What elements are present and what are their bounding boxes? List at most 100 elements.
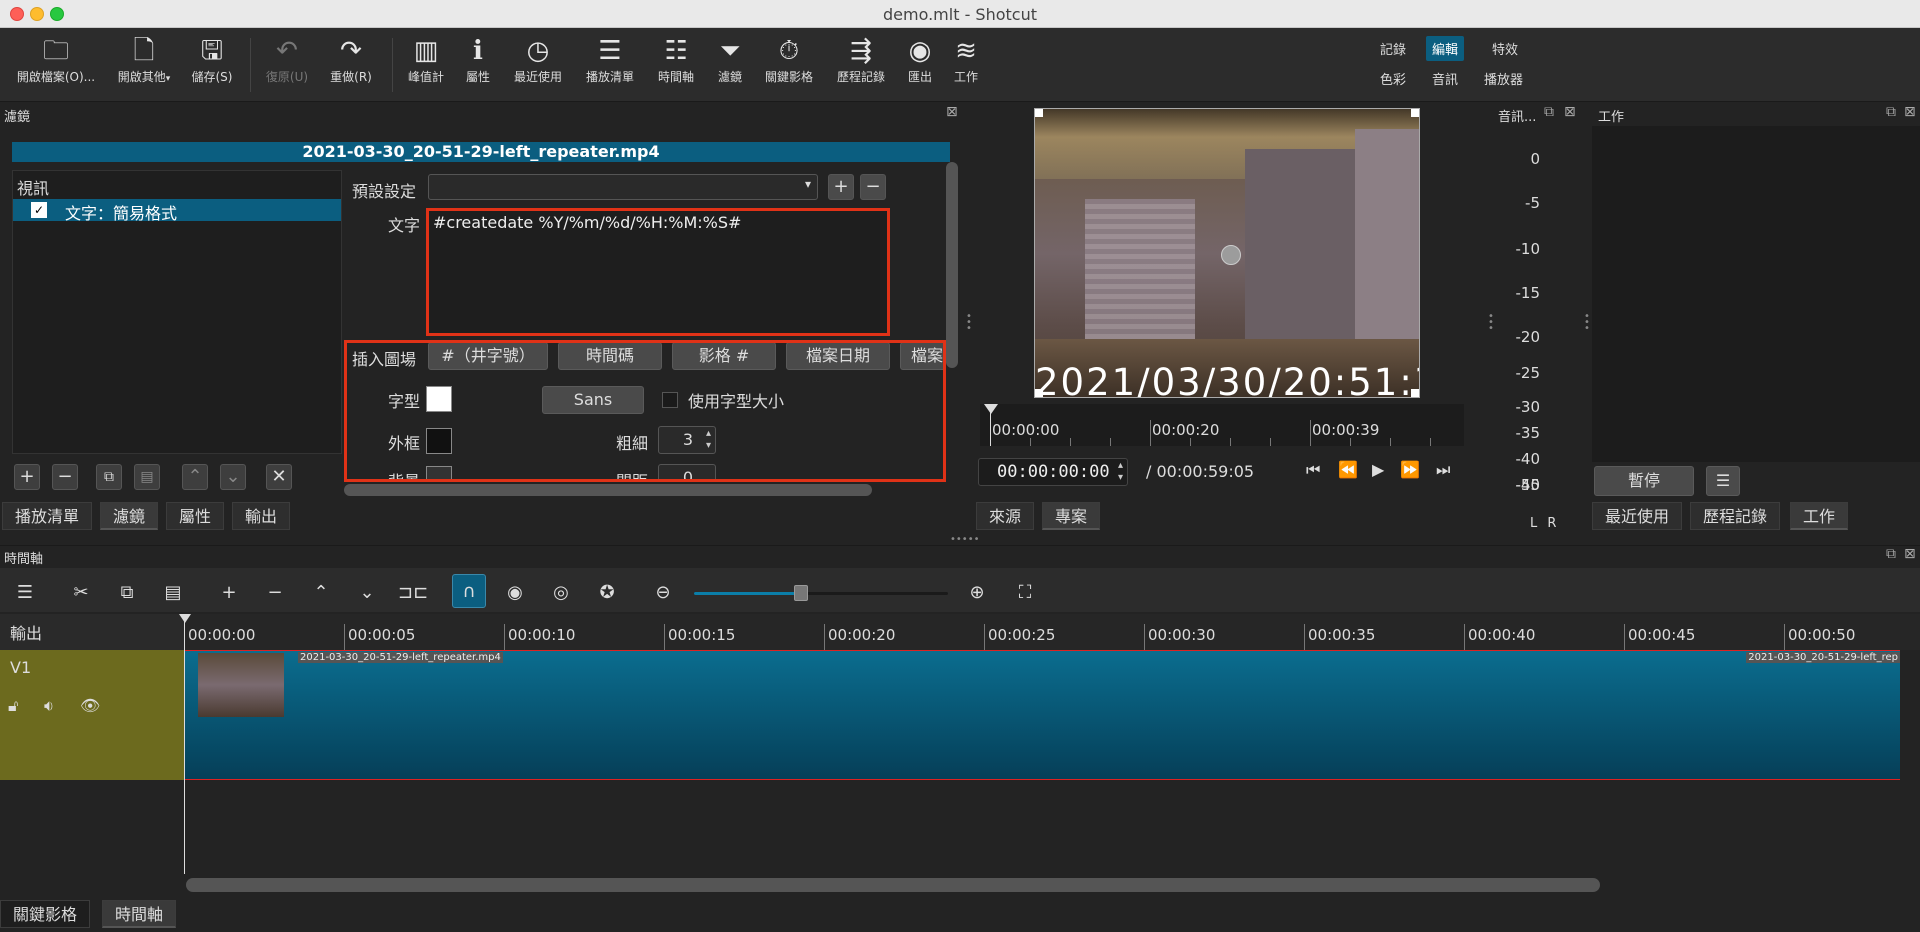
visibility-eye-icon[interactable]: 👁︎ (80, 696, 100, 715)
lock-icon[interactable]: 🔓︎ (8, 696, 18, 716)
layout-logging[interactable]: 記錄 (1374, 36, 1412, 61)
pause-jobs-button[interactable]: 暫停 (1594, 466, 1694, 496)
jobs-button[interactable]: ≋ 工作 (946, 34, 986, 96)
video-preview[interactable]: 2021/03/30/20:51:30 (1034, 108, 1420, 398)
open-file-button[interactable]: 🗀 開啟檔案(O)... (8, 34, 104, 96)
v1-track-header[interactable]: V1 🔓︎ 🔉︎ 👁︎ (0, 650, 184, 780)
splitter-handle-jobs[interactable]: • • • (1584, 312, 1590, 334)
redo-button[interactable]: ↷ 重做(R) (322, 34, 380, 96)
tab-timeline[interactable]: 時間軸 (102, 900, 177, 928)
save-button[interactable]: 🖫 儲存(S) (186, 34, 238, 96)
corner-handle[interactable] (1035, 389, 1043, 397)
filter-enable-checkbox[interactable]: ✓ (31, 202, 47, 218)
preset-select[interactable]: ▾ (428, 174, 818, 200)
corner-handle[interactable] (1035, 109, 1043, 117)
delete-preset-button[interactable]: − (860, 174, 886, 200)
paste-icon[interactable]: ▤ (158, 578, 188, 608)
recent-button[interactable]: ◷ 最近使用 (506, 34, 570, 96)
zoom-in-icon[interactable]: ⊕ (962, 578, 992, 608)
filter-settings-vscrollbar[interactable] (946, 162, 958, 368)
copy-icon[interactable]: ⧉ (112, 578, 142, 608)
layout-audio[interactable]: 音訊 (1426, 66, 1464, 91)
zoom-slider-handle[interactable] (793, 585, 808, 601)
tab-source[interactable]: 來源 (976, 502, 1035, 530)
filters-button[interactable]: ⏷ 濾鏡 (708, 34, 752, 96)
skip-previous-icon[interactable]: ⏮ (1306, 460, 1320, 480)
ripple-icon[interactable]: ◎ (546, 578, 576, 608)
undo-button[interactable]: ↶ 復原(U) (258, 34, 316, 96)
tab-project[interactable]: 專案 (1042, 502, 1101, 530)
splitter-handle[interactable]: ••••• (950, 534, 980, 545)
layout-color[interactable]: 色彩 (1374, 66, 1412, 91)
close-timeline-panel-icon[interactable]: ⊠ (1904, 546, 1916, 562)
spin-up-icon[interactable]: ▴ (1118, 460, 1123, 471)
rewind-icon[interactable]: ⏪ (1338, 460, 1358, 479)
timeline-menu-icon[interactable]: ☰ (10, 578, 40, 608)
float-audio-panel-icon[interactable]: ⧉ (1544, 104, 1554, 120)
play-icon[interactable]: ▶ (1372, 460, 1384, 479)
fast-forward-icon[interactable]: ⏩ (1400, 460, 1420, 479)
properties-button[interactable]: i 屬性 (456, 34, 500, 96)
timeline-button[interactable]: ☷ 時間軸 (648, 34, 704, 96)
zoom-slider[interactable] (694, 585, 948, 601)
timeline-hscrollbar[interactable] (186, 878, 1600, 892)
jobs-menu-button[interactable]: ☰ (1706, 466, 1740, 496)
tab-playlist[interactable]: 播放清單 (2, 502, 93, 530)
tab-properties[interactable]: 屬性 (166, 502, 225, 530)
timecode-input[interactable]: 00:00:00:00 ▴ ▾ (978, 458, 1128, 486)
export-button[interactable]: ◉ 匯出 (900, 34, 940, 96)
corner-handle[interactable] (1411, 109, 1419, 117)
close-audio-panel-icon[interactable]: ⊠ (1564, 104, 1576, 120)
timeline-clip[interactable]: 2021-03-30_20-51-29-left_repeater.mp4 20… (184, 650, 1900, 780)
append-icon[interactable]: + (214, 578, 244, 608)
move-down-button[interactable]: ⌄ (220, 464, 246, 490)
tab-recent[interactable]: 最近使用 (1592, 502, 1683, 530)
lift-icon[interactable]: ⌃ (306, 578, 336, 608)
splitter-handle-audio[interactable]: • • • (1488, 312, 1494, 334)
zoom-fit-icon[interactable]: ⛶ (1010, 578, 1040, 608)
close-filters-panel-icon[interactable]: ⊠ (946, 104, 958, 120)
copy-filter-button[interactable]: ⧉ (96, 464, 122, 490)
remove-icon[interactable]: − (260, 578, 290, 608)
jobs-list[interactable] (1592, 126, 1920, 462)
playlist-button[interactable]: ☰ 播放清單 (578, 34, 642, 96)
splitter-handle-left[interactable]: • • • (966, 312, 972, 334)
zoom-out-icon[interactable]: ⊖ (648, 578, 678, 608)
corner-handle[interactable] (1411, 389, 1419, 397)
paste-filter-button[interactable]: ▤ (134, 464, 160, 490)
filter-item-text-simple[interactable]: ✓ 文字：簡易格式 (13, 199, 341, 223)
filter-settings-hscrollbar[interactable] (344, 484, 872, 496)
split-icon[interactable]: ⊐⊏ (398, 578, 428, 608)
add-filter-button[interactable]: + (14, 464, 40, 490)
tab-jobs[interactable]: 工作 (1790, 502, 1849, 530)
center-handle[interactable] (1221, 245, 1241, 265)
cut-icon[interactable]: ✂ (66, 578, 96, 608)
spin-down-icon[interactable]: ▾ (1118, 472, 1123, 483)
ripple-all-icon[interactable]: ✪ (592, 578, 622, 608)
overwrite-icon[interactable]: ⌄ (352, 578, 382, 608)
history-button[interactable]: ⇶ 歷程記錄 (828, 34, 894, 96)
tab-keyframes[interactable]: 關鍵影格 (0, 900, 91, 928)
scrub-icon[interactable]: ◉ (500, 578, 530, 608)
close-jobs-panel-icon[interactable]: ⊠ (1904, 104, 1916, 120)
remove-filter-button[interactable]: − (52, 464, 78, 490)
skip-next-icon[interactable]: ⏭ (1436, 460, 1450, 480)
tab-history[interactable]: 歷程記錄 (1690, 502, 1781, 530)
float-jobs-panel-icon[interactable]: ⧉ (1886, 104, 1896, 120)
layout-fx[interactable]: 特效 (1486, 36, 1524, 61)
timeline-ruler[interactable]: 00:00:00 00:00:05 00:00:10 00:00:15 00:0… (179, 614, 1920, 650)
open-other-button[interactable]: 🗋 開啟其他▾ (112, 34, 176, 96)
float-timeline-panel-icon[interactable]: ⧉ (1886, 546, 1896, 562)
layout-player[interactable]: 播放器 (1478, 66, 1529, 91)
keyframes-button[interactable]: ⏱ 關鍵影格 (756, 34, 822, 96)
snap-magnet-icon[interactable]: ∩ (452, 574, 486, 608)
peak-meter-button[interactable]: ▥ 峰值計 (400, 34, 452, 96)
player-ruler[interactable]: 00:00:00 00:00:20 00:00:39 (980, 404, 1464, 446)
deselect-filter-button[interactable]: ✕ (266, 464, 292, 490)
save-preset-button[interactable]: + (828, 174, 854, 200)
tab-filters[interactable]: 濾鏡 (100, 502, 159, 530)
mute-icon[interactable]: 🔉︎ (44, 696, 54, 716)
layout-editing[interactable]: 編輯 (1426, 36, 1465, 61)
move-up-button[interactable]: ⌃ (182, 464, 208, 490)
tab-export[interactable]: 輸出 (232, 502, 291, 530)
